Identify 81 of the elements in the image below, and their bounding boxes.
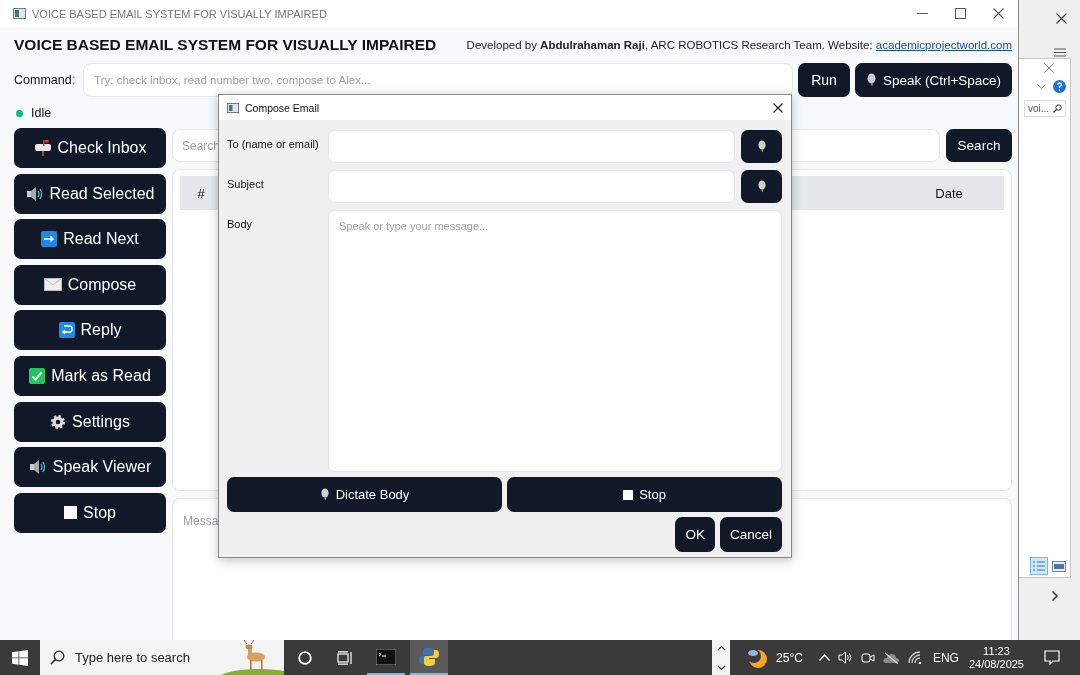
- app-heading: VOICE BASED EMAIL SYSTEM FOR VISUALLY IMPAIRED: [14, 36, 437, 54]
- field-label: Subject: [227, 177, 265, 192]
- speaker-icon: [25, 186, 44, 201]
- taskbar-search-field[interactable]: Type here to search: [40, 640, 284, 675]
- python-icon: [419, 646, 439, 667]
- cancel-button[interactable]: Cancel: [719, 517, 782, 552]
- cortana-icon[interactable]: [298, 650, 312, 665]
- notification-icon[interactable]: [1044, 650, 1060, 665]
- chevron-down-icon[interactable]: [1037, 84, 1046, 89]
- speaker-icon: [28, 460, 47, 475]
- search-button[interactable]: Search: [946, 129, 1012, 162]
- microphone-icon: [865, 73, 877, 87]
- preview-view-icon[interactable]: [1052, 560, 1066, 572]
- credit-text: Developed by Abdulrahaman Raji, ARC ROBOTICS Research Team. Website: academicprojectworld.com: [466, 39, 1012, 51]
- clock-date[interactable]: 24/08/2025: [968, 658, 1024, 670]
- status-dot-icon: [16, 109, 23, 117]
- python-taskbar-button[interactable]: [410, 640, 448, 675]
- clock-time[interactable]: 11:23: [983, 645, 1010, 657]
- envelope-icon: [43, 278, 62, 292]
- input-field[interactable]: [328, 170, 735, 203]
- sidebar-button[interactable]: Read Next: [14, 219, 166, 260]
- run-button[interactable]: Run: [798, 63, 850, 97]
- window-title: VOICE BASED EMAIL SYSTEM FOR VISUALLY IMPAIRED: [32, 7, 327, 20]
- return-arrow-icon: [58, 322, 75, 339]
- help-icon[interactable]: [1053, 80, 1066, 93]
- gear-icon: [50, 413, 67, 430]
- sidebar-button[interactable]: Reply: [14, 310, 166, 351]
- stop-icon: [623, 489, 634, 500]
- microphone-icon: [319, 488, 330, 501]
- stop-button[interactable]: Stop: [507, 477, 782, 512]
- column-header[interactable]: Date: [894, 185, 1004, 201]
- close-icon[interactable]: [773, 102, 783, 113]
- scroll-arrows-icon[interactable]: [712, 640, 731, 675]
- sidebar-button[interactable]: Settings: [14, 401, 166, 442]
- wifi-icon[interactable]: [907, 651, 923, 664]
- status-text: Idle: [31, 106, 52, 120]
- microphone-icon: [756, 180, 767, 193]
- search-field[interactable]: voi...: [1023, 100, 1066, 117]
- mailbox-icon: [33, 140, 52, 156]
- windows-start-icon[interactable]: [12, 649, 28, 666]
- sidebar-button[interactable]: Compose: [14, 264, 166, 305]
- field-label: Body: [227, 217, 254, 232]
- website-link[interactable]: academicprojectworld.com: [875, 39, 1012, 51]
- microphone-button[interactable]: [741, 170, 782, 203]
- cloud-off-icon[interactable]: [882, 651, 900, 664]
- maximize-icon[interactable]: [955, 8, 966, 19]
- dictate-button[interactable]: Dictate Body: [227, 477, 502, 512]
- sidebar-button[interactable]: Read Selected: [14, 173, 166, 214]
- field-label: To (name or email): [227, 137, 320, 152]
- dialog-title: Compose Email: [245, 101, 320, 114]
- search-icon: [1053, 104, 1062, 113]
- sidebar-button[interactable]: Check Inbox: [14, 128, 166, 168]
- stop-icon: [64, 506, 78, 520]
- chevron-up-icon[interactable]: [818, 654, 830, 661]
- microphone-icon: [756, 140, 767, 153]
- body-field[interactable]: Speak or type your message...: [328, 210, 782, 472]
- volume-icon[interactable]: [837, 651, 853, 664]
- sidebar-button[interactable]: Speak Viewer: [14, 447, 166, 488]
- terminal-icon: [376, 648, 396, 665]
- command-field[interactable]: Try: check inbox, read number two, compose to Alex...: [83, 63, 793, 97]
- speak-button[interactable]: Speak (Ctrl+Space): [855, 63, 1012, 97]
- app-icon: [13, 8, 26, 19]
- task-view-icon[interactable]: [337, 650, 353, 665]
- temperature-text[interactable]: 25°C: [776, 650, 803, 665]
- close-icon[interactable]: [993, 8, 1004, 19]
- camera-icon[interactable]: [860, 650, 875, 665]
- menu-icon[interactable]: [1054, 48, 1066, 57]
- microphone-button[interactable]: [741, 130, 782, 163]
- close-icon[interactable]: [1056, 13, 1067, 24]
- search-icon: [50, 650, 65, 665]
- dialog-icon: [227, 102, 239, 113]
- chevron-right-icon[interactable]: [1052, 591, 1058, 601]
- sidebar-button[interactable]: Mark as Read: [14, 355, 166, 396]
- input-field[interactable]: [328, 130, 735, 163]
- viewer-placeholder: Messa: [183, 514, 219, 528]
- command-label: Command:: [14, 73, 76, 87]
- column-header[interactable]: #: [180, 185, 222, 201]
- language-indicator[interactable]: ENG: [932, 650, 959, 665]
- ok-button[interactable]: OK: [675, 517, 715, 552]
- checkmark-icon: [29, 367, 46, 384]
- sidebar-button[interactable]: Stop: [14, 492, 166, 533]
